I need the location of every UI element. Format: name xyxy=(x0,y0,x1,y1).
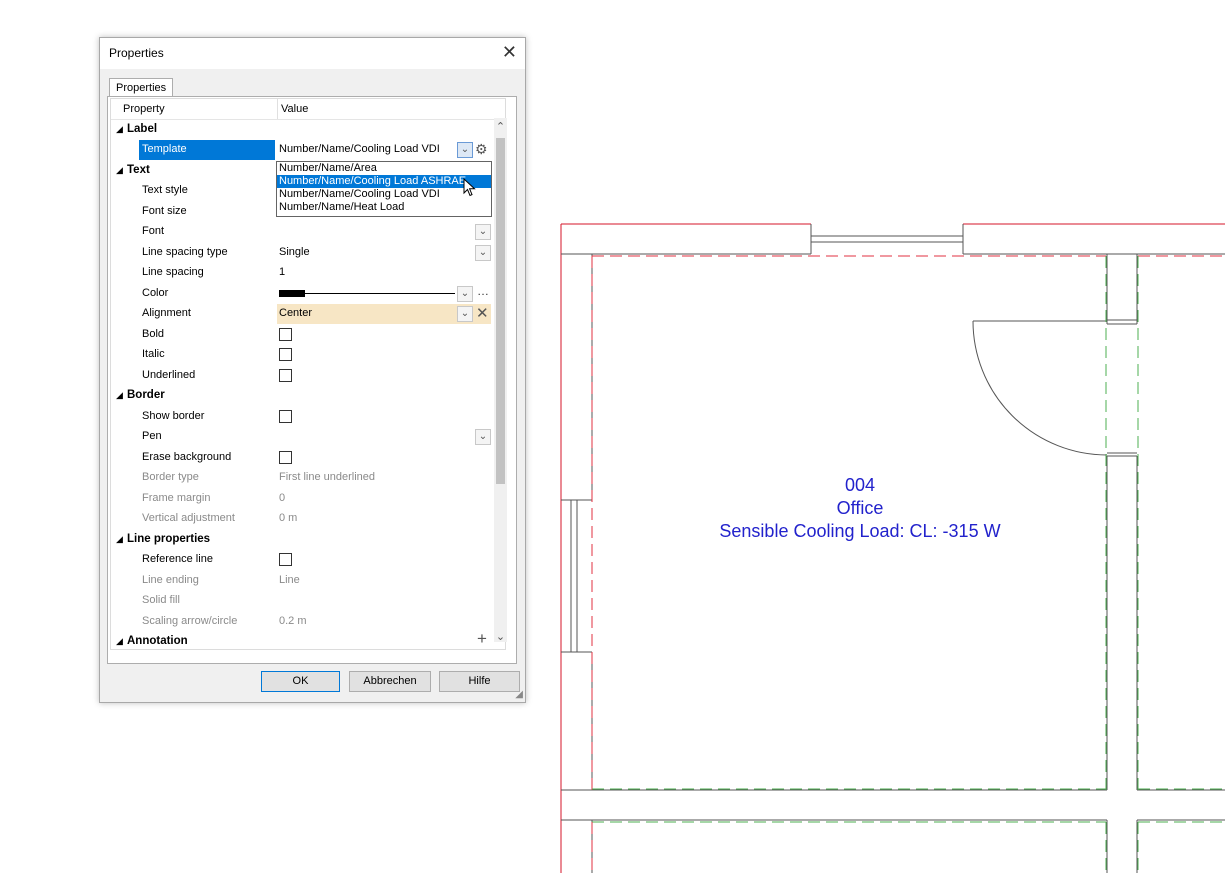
row-scaling-arrow-circle: Scaling arrow/circle 0.2 m xyxy=(142,615,307,627)
row-vertical-adjustment: Vertical adjustment 0 m xyxy=(142,512,298,524)
row-bold[interactable]: Bold xyxy=(111,325,491,345)
color-swatch[interactable] xyxy=(279,290,305,297)
font-dropdown-chevron-icon[interactable]: ⌄ xyxy=(475,224,491,240)
bold-checkbox[interactable] xyxy=(279,328,292,341)
reference-line-checkbox[interactable] xyxy=(279,553,292,566)
collapse-triangle-icon[interactable]: ◢ xyxy=(116,636,123,647)
grid-header: Property Value xyxy=(111,99,505,120)
row-line-spacing[interactable]: Line spacing 1 xyxy=(111,263,491,283)
category-line-properties[interactable]: ◢ Line properties xyxy=(111,530,491,550)
column-header-value[interactable]: Value xyxy=(281,103,308,115)
scroll-up-chevron-icon[interactable]: ⌃ xyxy=(494,120,507,133)
row-erase-background[interactable]: Erase background xyxy=(111,448,491,468)
color-line-preview xyxy=(305,293,455,294)
help-button[interactable]: Hilfe xyxy=(439,671,520,692)
tab-properties[interactable]: Properties xyxy=(109,78,174,98)
row-alignment[interactable]: Alignment Center ⌄ ✕ xyxy=(111,304,491,324)
room-name: Office xyxy=(836,498,884,518)
mouse-cursor-icon xyxy=(463,178,476,197)
plus-icon[interactable]: + xyxy=(477,629,487,649)
reset-x-icon[interactable]: ✕ xyxy=(476,304,489,322)
italic-checkbox[interactable] xyxy=(279,348,292,361)
template-dropdown-chevron-icon[interactable]: ⌄ xyxy=(457,142,473,158)
row-color[interactable]: Color ⌄ … xyxy=(111,284,491,304)
collapse-triangle-icon[interactable]: ◢ xyxy=(116,165,123,176)
row-solid-fill: Solid fill xyxy=(142,594,180,606)
collapse-triangle-icon[interactable]: ◢ xyxy=(116,124,123,135)
template-option[interactable]: Number/Name/Cooling Load VDI xyxy=(277,188,491,201)
more-options-icon[interactable]: … xyxy=(477,284,489,298)
row-underlined[interactable]: Underlined xyxy=(111,366,491,386)
row-frame-margin: Frame margin 0 xyxy=(142,492,286,504)
template-option[interactable]: Number/Name/Heat Load xyxy=(277,201,491,214)
gear-icon[interactable]: ⚙ xyxy=(475,141,488,158)
erase-background-checkbox[interactable] xyxy=(279,451,292,464)
template-dropdown-list: Number/Name/Area Number/Name/Cooling Loa… xyxy=(276,161,492,217)
cancel-button[interactable]: Abbrechen xyxy=(349,671,431,692)
room-number: 004 xyxy=(844,475,876,495)
door-swing xyxy=(972,320,1108,456)
scroll-down-chevron-icon[interactable]: ⌄ xyxy=(494,630,507,643)
dialog-titlebar[interactable]: Properties ✕ xyxy=(100,38,525,69)
room-label[interactable]: 004 Office Sensible Cooling Load: CL: -3… xyxy=(660,474,1060,543)
dialog-title: Properties xyxy=(109,46,164,60)
collapse-triangle-icon[interactable]: ◢ xyxy=(116,534,123,545)
category-annotation[interactable]: ◢ Annotation + xyxy=(111,629,491,649)
row-border-type: Border type First line underlined xyxy=(142,471,375,483)
row-template-name: Template xyxy=(142,143,187,155)
template-option-highlighted[interactable]: Number/Name/Cooling Load ASHRAE xyxy=(277,175,491,188)
column-header-property[interactable]: Property xyxy=(123,103,165,115)
resize-grip-icon[interactable]: ◢ xyxy=(515,689,523,700)
properties-dialog: Properties ✕ Properties Property Value ◢… xyxy=(99,37,526,703)
row-pen[interactable]: Pen ⌄ xyxy=(111,427,491,447)
room-cooling-load: Sensible Cooling Load: CL: -315 W xyxy=(719,521,1001,541)
category-border[interactable]: ◢ Border xyxy=(111,386,491,406)
color-dropdown-chevron-icon[interactable]: ⌄ xyxy=(457,286,473,302)
column-separator[interactable] xyxy=(277,99,278,119)
category-label[interactable]: ◢ Label xyxy=(111,120,491,140)
room-boundary xyxy=(591,255,1225,873)
pen-dropdown-chevron-icon[interactable]: ⌄ xyxy=(475,429,491,445)
line-spacing-type-chevron-icon[interactable]: ⌄ xyxy=(475,245,491,261)
row-template[interactable]: Template Number/Name/Cooling Load VDI ⌄ … xyxy=(111,140,491,160)
scrollbar-thumb[interactable] xyxy=(496,138,505,484)
row-font[interactable]: Font ⌄ xyxy=(111,222,491,242)
underlined-checkbox[interactable] xyxy=(279,369,292,382)
show-border-checkbox[interactable] xyxy=(279,410,292,423)
template-option[interactable]: Number/Name/Area xyxy=(277,162,491,175)
ok-button[interactable]: OK xyxy=(261,671,340,692)
row-reference-line[interactable]: Reference line xyxy=(111,550,491,570)
row-line-spacing-type[interactable]: Line spacing type Single ⌄ xyxy=(111,243,491,263)
outer-wall xyxy=(560,223,1225,873)
row-italic[interactable]: Italic xyxy=(111,345,491,365)
alignment-dropdown-chevron-icon[interactable]: ⌄ xyxy=(457,306,473,322)
row-line-ending: Line ending Line xyxy=(142,574,300,586)
collapse-triangle-icon[interactable]: ◢ xyxy=(116,390,123,401)
row-show-border[interactable]: Show border xyxy=(111,407,491,427)
close-icon[interactable]: ✕ xyxy=(502,42,517,62)
row-template-value[interactable]: Number/Name/Cooling Load VDI xyxy=(279,143,440,155)
inner-walls xyxy=(561,224,1225,873)
